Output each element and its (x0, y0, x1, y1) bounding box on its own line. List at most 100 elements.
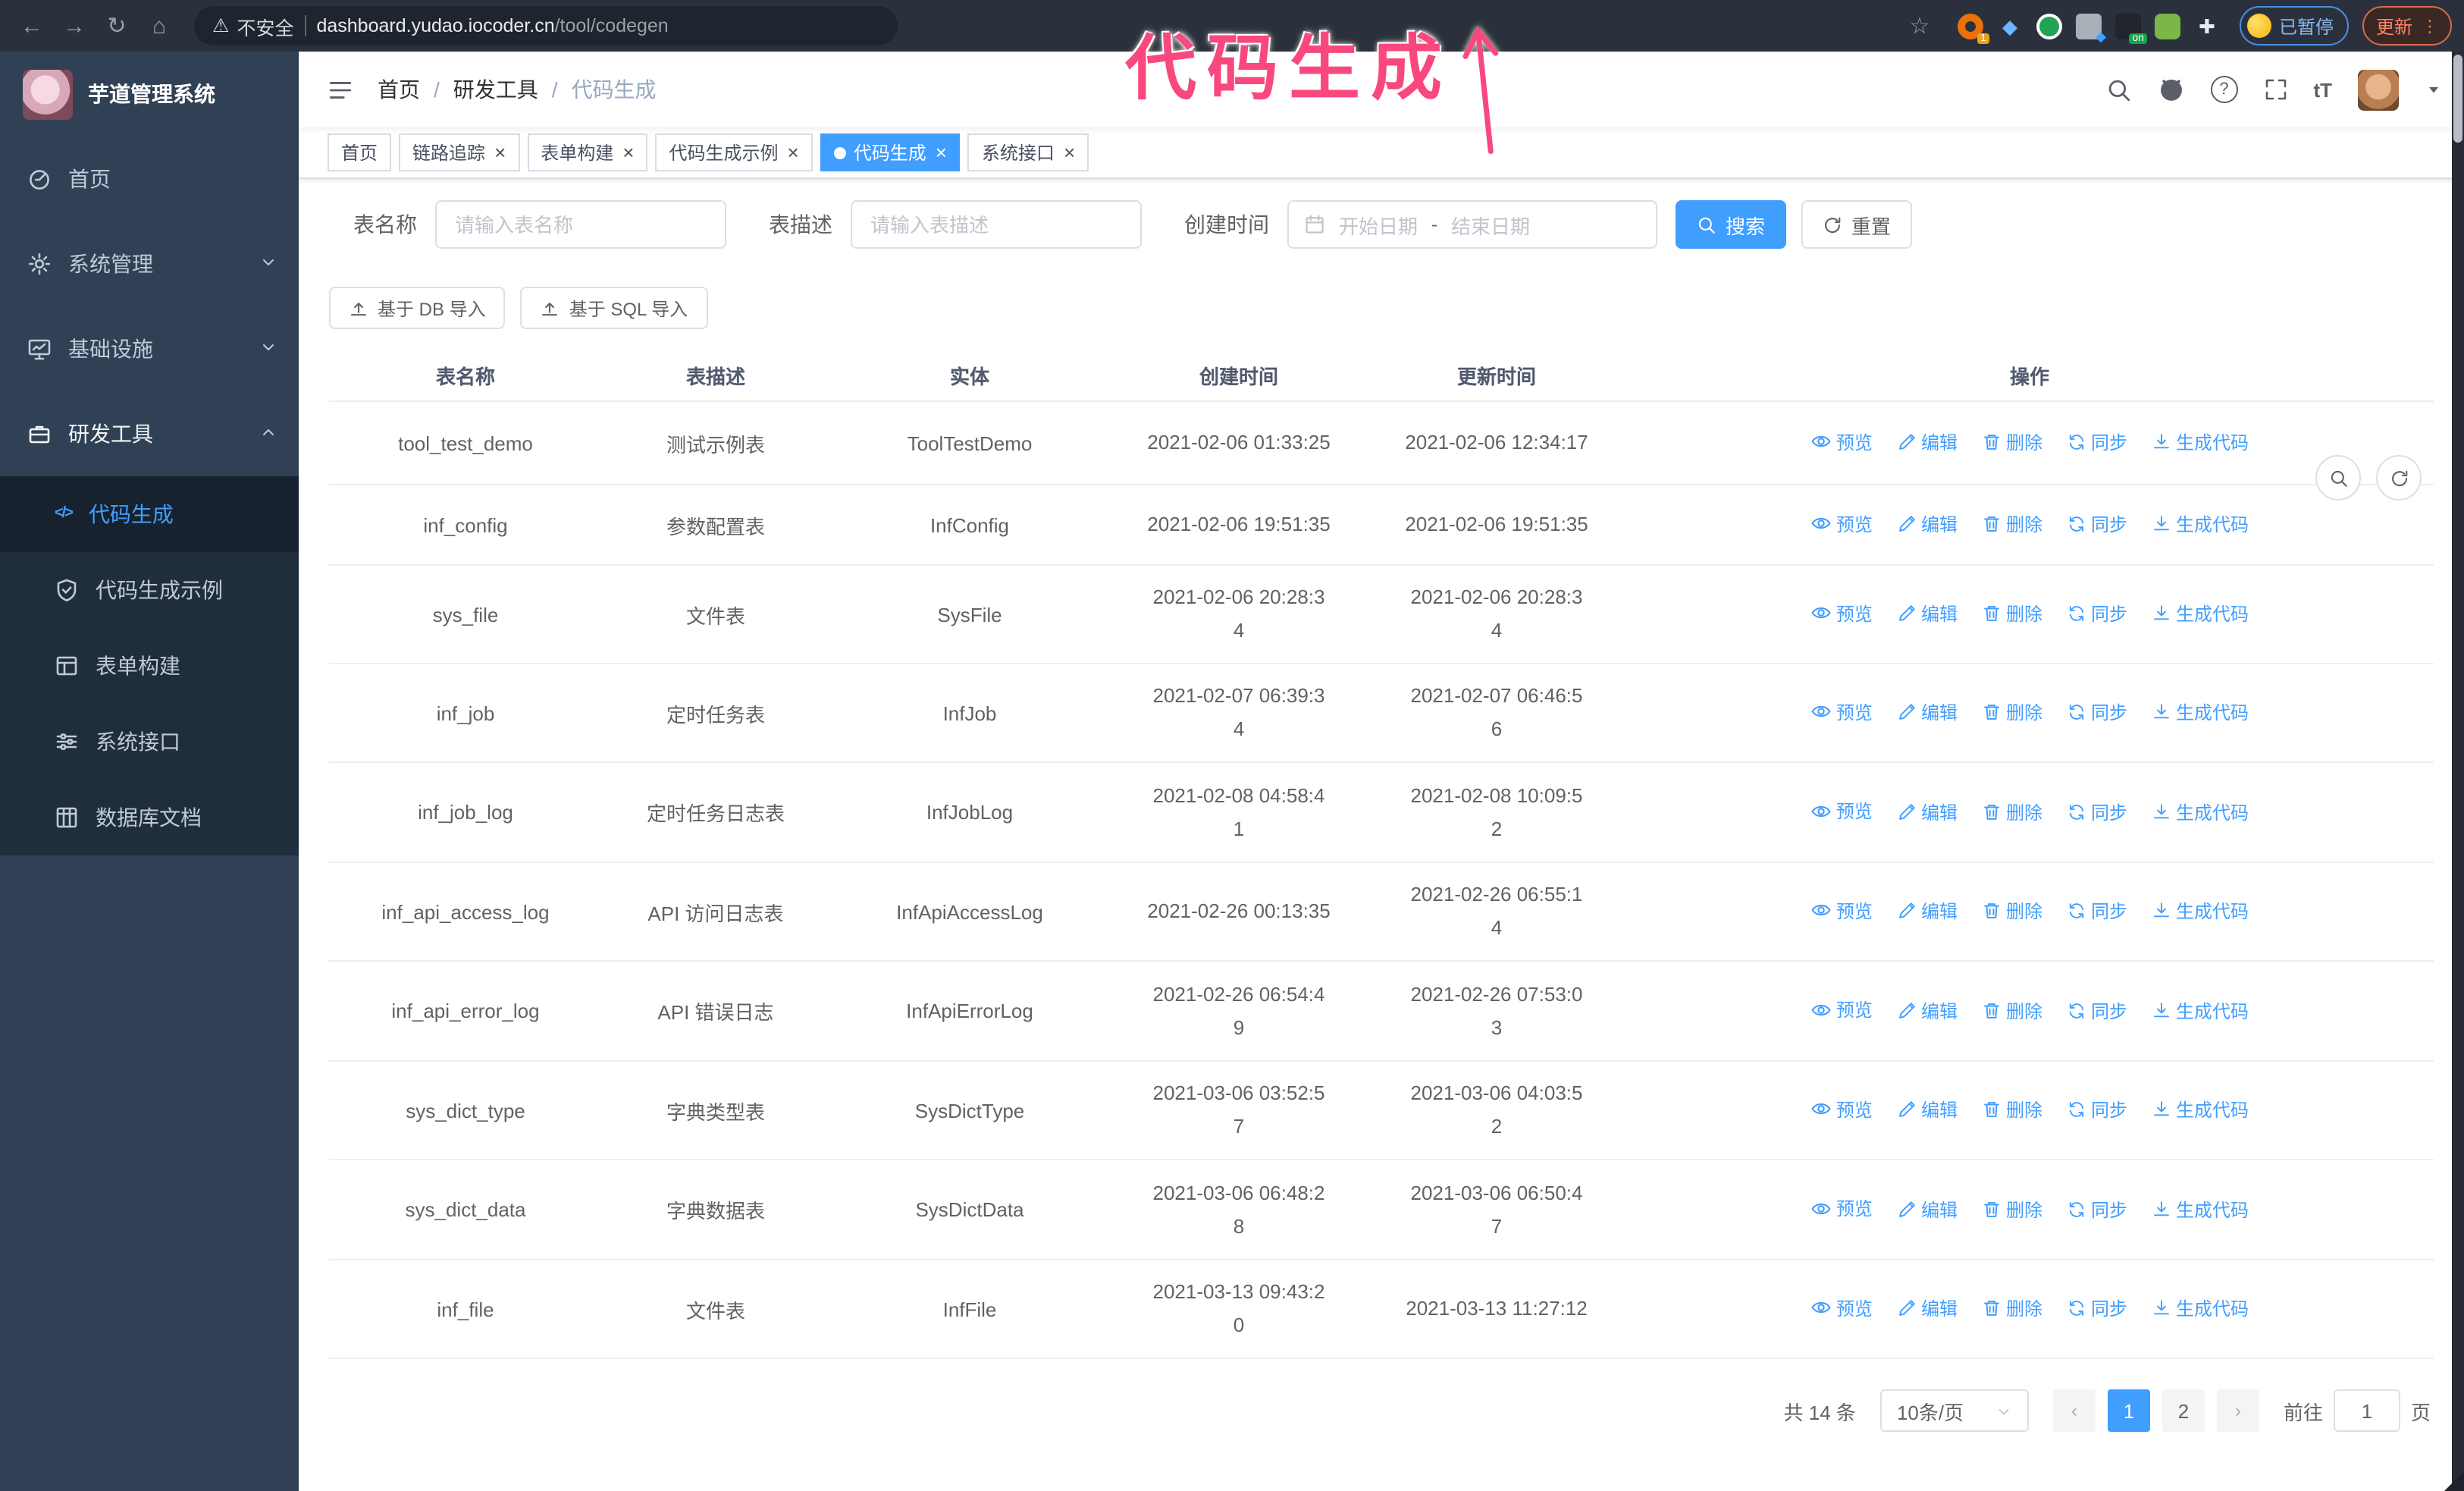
sidebar-item-基础设施[interactable]: 基础设施 (0, 306, 299, 391)
search-button[interactable]: 搜索 (1676, 200, 1787, 249)
caret-down-icon[interactable] (2425, 80, 2443, 99)
generate-code-link[interactable]: 生成代码 (2152, 998, 2249, 1024)
preview-link[interactable]: 预览 (1810, 429, 1873, 455)
db-import-button[interactable]: 基于 DB 导入 (329, 287, 506, 329)
address-bar[interactable]: ⚠ 不安全 dashboard.yudao.iocoder.cn/tool/co… (194, 6, 898, 46)
preview-link[interactable]: 预览 (1810, 799, 1873, 824)
sync-link[interactable]: 同步 (2067, 430, 2127, 456)
sync-link[interactable]: 同步 (2067, 1097, 2127, 1123)
close-icon[interactable]: × (936, 143, 947, 162)
tab-代码生成[interactable]: 代码生成 × (820, 133, 961, 171)
sidebar-item-首页[interactable]: 首页 (0, 137, 299, 221)
edit-link[interactable]: 编辑 (1897, 1197, 1958, 1223)
breadcrumb-devtools[interactable]: 研发工具 (453, 74, 538, 105)
extension-gem-icon[interactable]: ◆ (1997, 13, 2023, 39)
reset-button[interactable]: 重置 (1801, 200, 1913, 249)
help-icon[interactable]: ? (2210, 76, 2238, 103)
sync-link[interactable]: 同步 (2067, 1197, 2127, 1223)
extension-orange-icon[interactable]: 1 (1957, 13, 1989, 43)
sync-link[interactable]: 同步 (2067, 799, 2127, 825)
delete-link[interactable]: 删除 (1982, 899, 2042, 924)
sync-link[interactable]: 同步 (2067, 700, 2127, 726)
tab-系统接口[interactable]: 系统接口 × (967, 133, 1089, 171)
next-page-button[interactable]: › (2216, 1389, 2259, 1432)
preview-link[interactable]: 预览 (1810, 1196, 1873, 1222)
edit-link[interactable]: 编辑 (1897, 700, 1958, 726)
generate-code-link[interactable]: 生成代码 (2152, 430, 2249, 456)
delete-link[interactable]: 删除 (1982, 1097, 2042, 1123)
scrollbar-thumb[interactable] (2453, 55, 2462, 143)
extension-grid-icon[interactable] (2075, 13, 2106, 45)
preview-link[interactable]: 预览 (1810, 997, 1873, 1023)
generate-code-link[interactable]: 生成代码 (2152, 601, 2249, 627)
preview-link[interactable]: 预览 (1810, 511, 1873, 537)
user-avatar[interactable] (2358, 69, 2399, 110)
edit-link[interactable]: 编辑 (1897, 430, 1958, 456)
sidebar-item-代码生成示例[interactable]: 代码生成示例 (0, 552, 299, 628)
sync-link[interactable]: 同步 (2067, 512, 2127, 538)
browser-reload-button[interactable]: ↻ (97, 6, 136, 46)
prev-page-button[interactable]: ‹ (2052, 1389, 2096, 1432)
sidebar-item-系统管理[interactable]: 系统管理 (0, 221, 299, 306)
browser-update-button[interactable]: 更新 ⋮ (2362, 6, 2452, 46)
page-1-button[interactable]: 1 (2107, 1389, 2150, 1432)
github-icon[interactable] (2157, 76, 2184, 103)
edit-link[interactable]: 编辑 (1897, 601, 1958, 627)
tab-首页[interactable]: 首页 (328, 133, 392, 171)
tab-代码生成示例[interactable]: 代码生成示例 × (655, 133, 813, 171)
browser-menu-icon[interactable]: ⋮ (2422, 16, 2438, 36)
app-logo-row[interactable]: 芋道管理系统 (0, 52, 299, 137)
delete-link[interactable]: 删除 (1982, 700, 2042, 726)
sidebar-item-代码生成[interactable]: </> 代码生成 (0, 476, 299, 552)
sync-link[interactable]: 同步 (2067, 998, 2127, 1024)
page-2-button[interactable]: 2 (2161, 1389, 2205, 1432)
bookmark-star-icon[interactable]: ☆ (1904, 12, 1935, 39)
edit-link[interactable]: 编辑 (1897, 899, 1958, 924)
delete-link[interactable]: 删除 (1982, 799, 2042, 825)
delete-link[interactable]: 删除 (1982, 512, 2042, 538)
browser-back-button[interactable]: ← (12, 6, 52, 46)
toggle-search-button[interactable] (2315, 455, 2361, 501)
edit-link[interactable]: 编辑 (1897, 998, 1958, 1024)
delete-link[interactable]: 删除 (1982, 601, 2042, 627)
extension-robot-icon[interactable] (2154, 13, 2180, 39)
refresh-table-button[interactable] (2376, 455, 2422, 501)
delete-link[interactable]: 删除 (1982, 1296, 2042, 1322)
page-size-select[interactable]: 10条/页 (1879, 1389, 2029, 1432)
page-scrollbar[interactable] (2452, 52, 2464, 1491)
sidebar-item-数据库文档[interactable]: 数据库文档 (0, 780, 299, 855)
delete-link[interactable]: 删除 (1982, 998, 2042, 1024)
generate-code-link[interactable]: 生成代码 (2152, 512, 2249, 538)
table-name-input[interactable] (435, 200, 726, 249)
tab-链路追踪[interactable]: 链路追踪 × (399, 133, 520, 171)
generate-code-link[interactable]: 生成代码 (2152, 700, 2249, 726)
delete-link[interactable]: 删除 (1982, 430, 2042, 456)
fullscreen-icon[interactable] (2263, 77, 2287, 102)
sync-link[interactable]: 同步 (2067, 1296, 2127, 1322)
generate-code-link[interactable]: 生成代码 (2152, 1197, 2249, 1223)
sidebar-item-系统接口[interactable]: 系统接口 (0, 704, 299, 780)
preview-link[interactable]: 预览 (1810, 601, 1873, 626)
browser-forward-button[interactable]: → (55, 6, 94, 46)
breadcrumb-home[interactable]: 首页 (378, 74, 420, 105)
preview-link[interactable]: 预览 (1810, 898, 1873, 924)
sync-link[interactable]: 同步 (2067, 601, 2127, 627)
sidebar-item-研发工具[interactable]: 研发工具 (0, 391, 299, 476)
preview-link[interactable]: 预览 (1810, 1295, 1873, 1321)
date-range-picker[interactable]: 开始日期 - 结束日期 (1287, 200, 1657, 249)
font-size-icon[interactable]: tT (2313, 78, 2332, 101)
extension-green-check-icon[interactable] (2036, 13, 2062, 39)
edit-link[interactable]: 编辑 (1897, 1097, 1958, 1123)
browser-home-button[interactable]: ⌂ (140, 6, 179, 46)
close-icon[interactable]: × (494, 143, 506, 162)
generate-code-link[interactable]: 生成代码 (2152, 1296, 2249, 1322)
generate-code-link[interactable]: 生成代码 (2152, 799, 2249, 825)
sql-import-button[interactable]: 基于 SQL 导入 (520, 287, 708, 329)
preview-link[interactable]: 预览 (1810, 699, 1873, 725)
close-icon[interactable]: × (788, 143, 799, 162)
generate-code-link[interactable]: 生成代码 (2152, 1097, 2249, 1123)
delete-link[interactable]: 删除 (1982, 1197, 2042, 1223)
edit-link[interactable]: 编辑 (1897, 799, 1958, 825)
close-icon[interactable]: × (622, 143, 634, 162)
extensions-puzzle-icon[interactable]: ✚ (2194, 13, 2220, 39)
